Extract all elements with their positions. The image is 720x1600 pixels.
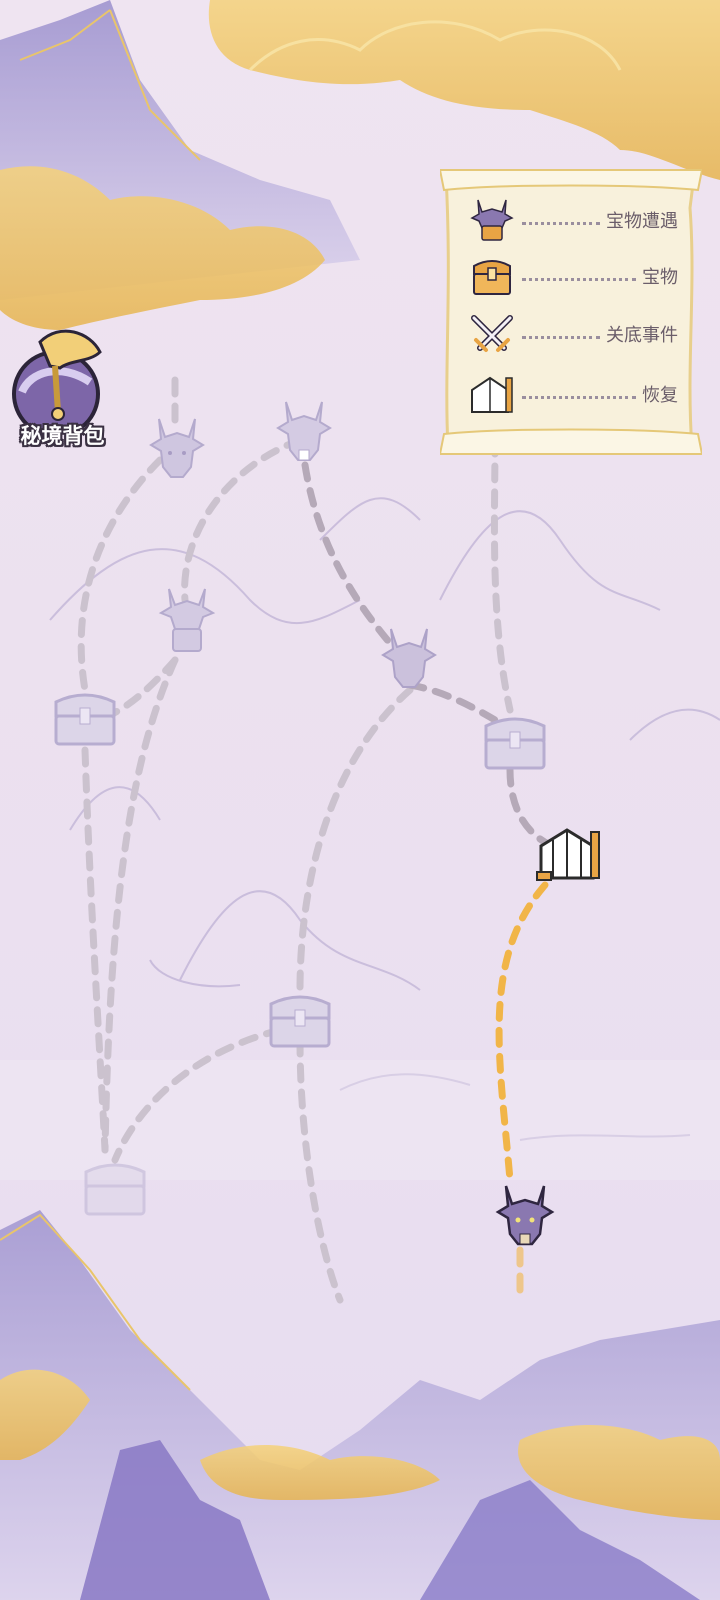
- current-dragon-node[interactable]: [492, 1182, 558, 1252]
- treasure-chest-node[interactable]: [480, 712, 550, 774]
- legend-row-treasure: 宝物: [468, 254, 678, 298]
- dragon-node[interactable]: [272, 398, 336, 468]
- dragon-treasure-node[interactable]: [155, 585, 219, 655]
- treasure-chest-node[interactable]: [80, 1158, 150, 1220]
- treasure-chest-node[interactable]: [265, 990, 335, 1052]
- legend-scroll: 宝物遭遇 宝物 关底事件 恢复: [440, 168, 702, 456]
- bag-icon: [12, 329, 102, 438]
- dragon-node[interactable]: [377, 625, 441, 695]
- dragon-node[interactable]: [145, 415, 209, 485]
- legend-label: 宝物: [642, 267, 678, 288]
- legend-dots: [522, 220, 600, 225]
- treasure-chest-icon: [473, 260, 511, 295]
- tent-icon: [471, 376, 513, 413]
- legend-row-treasure-encounter: 宝物遭遇: [468, 198, 678, 242]
- rest-tent-node[interactable]: [533, 822, 605, 886]
- game-map: 秘境背包 宝物遭遇 宝物 关底事件 恢复: [0, 0, 720, 1600]
- legend-row-recover: 恢复: [468, 372, 678, 416]
- legend-label: 宝物遭遇: [606, 211, 678, 232]
- legend-label: 关底事件: [606, 325, 678, 346]
- legend-dots: [522, 334, 600, 339]
- legend-label: 恢复: [642, 385, 678, 406]
- dragon-treasure-icon: [470, 199, 514, 241]
- legend-dots: [522, 276, 636, 281]
- bag-label: 秘境背包: [20, 424, 105, 448]
- legend-row-boss-event: 关底事件: [468, 312, 678, 356]
- crossed-swords-icon: [471, 315, 513, 352]
- treasure-chest-node[interactable]: [50, 688, 120, 750]
- legend-dots: [522, 394, 636, 399]
